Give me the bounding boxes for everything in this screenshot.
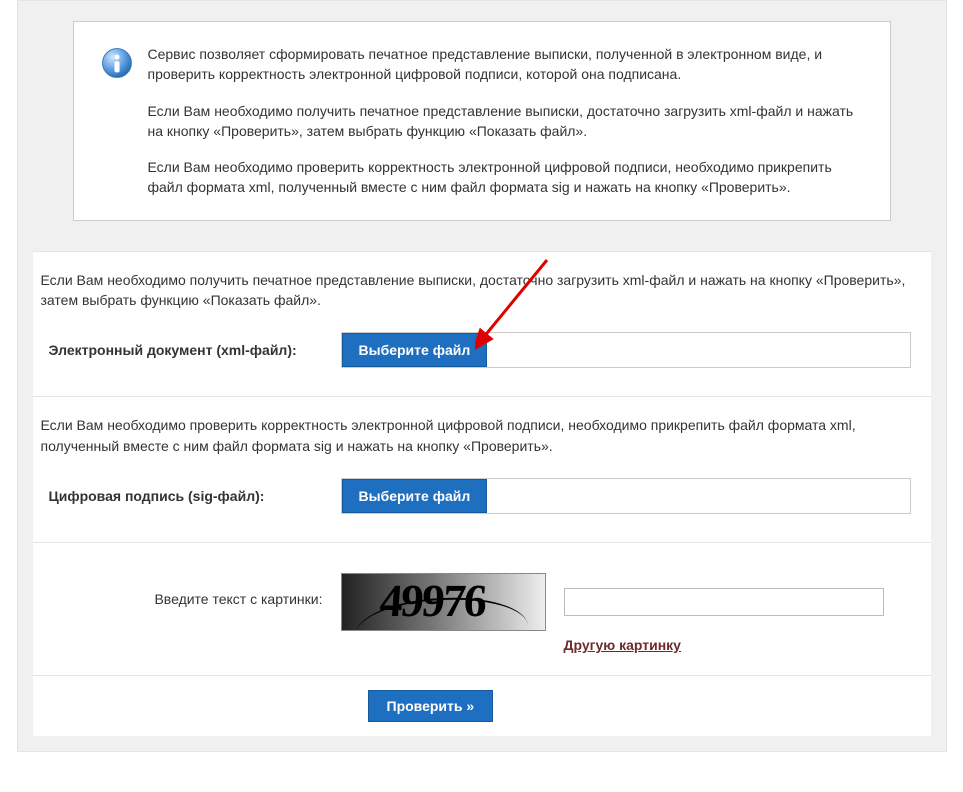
info-paragraph-1: Сервис позволяет сформировать печатное п… xyxy=(148,44,864,85)
captcha-image: 49976 xyxy=(341,573,546,631)
sig-description: Если Вам необходимо проверить корректнос… xyxy=(41,415,923,456)
captcha-refresh-link[interactable]: Другую картинку xyxy=(564,637,681,653)
submit-section: Проверить » xyxy=(33,675,931,736)
captcha-label: Введите текст с картинки: xyxy=(41,573,341,607)
sig-file-control[interactable]: Выберите файл xyxy=(341,478,911,514)
captcha-section: Введите текст с картинки: 49976 Другую к… xyxy=(33,542,931,675)
info-paragraph-2: Если Вам необходимо получить печатное пр… xyxy=(148,101,864,142)
sig-section: Если Вам необходимо проверить корректнос… xyxy=(33,396,931,542)
info-text: Сервис позволяет сформировать печатное п… xyxy=(148,44,864,198)
sig-choose-file-button[interactable]: Выберите файл xyxy=(342,479,488,513)
captcha-code: 49976 xyxy=(378,574,487,627)
xml-file-control[interactable]: Выберите файл xyxy=(341,332,911,368)
info-icon xyxy=(100,46,134,80)
sig-label: Цифровая подпись (sig-файл): xyxy=(41,488,341,504)
submit-button[interactable]: Проверить » xyxy=(368,690,494,722)
info-paragraph-3: Если Вам необходимо проверить корректнос… xyxy=(148,157,864,198)
annotation-arrow xyxy=(475,256,555,351)
xml-label: Электронный документ (xml-файл): xyxy=(41,342,341,358)
info-box: Сервис позволяет сформировать печатное п… xyxy=(73,21,891,221)
xml-choose-file-button[interactable]: Выберите файл xyxy=(342,333,488,367)
captcha-input[interactable] xyxy=(564,588,884,616)
sig-file-name xyxy=(487,479,909,513)
